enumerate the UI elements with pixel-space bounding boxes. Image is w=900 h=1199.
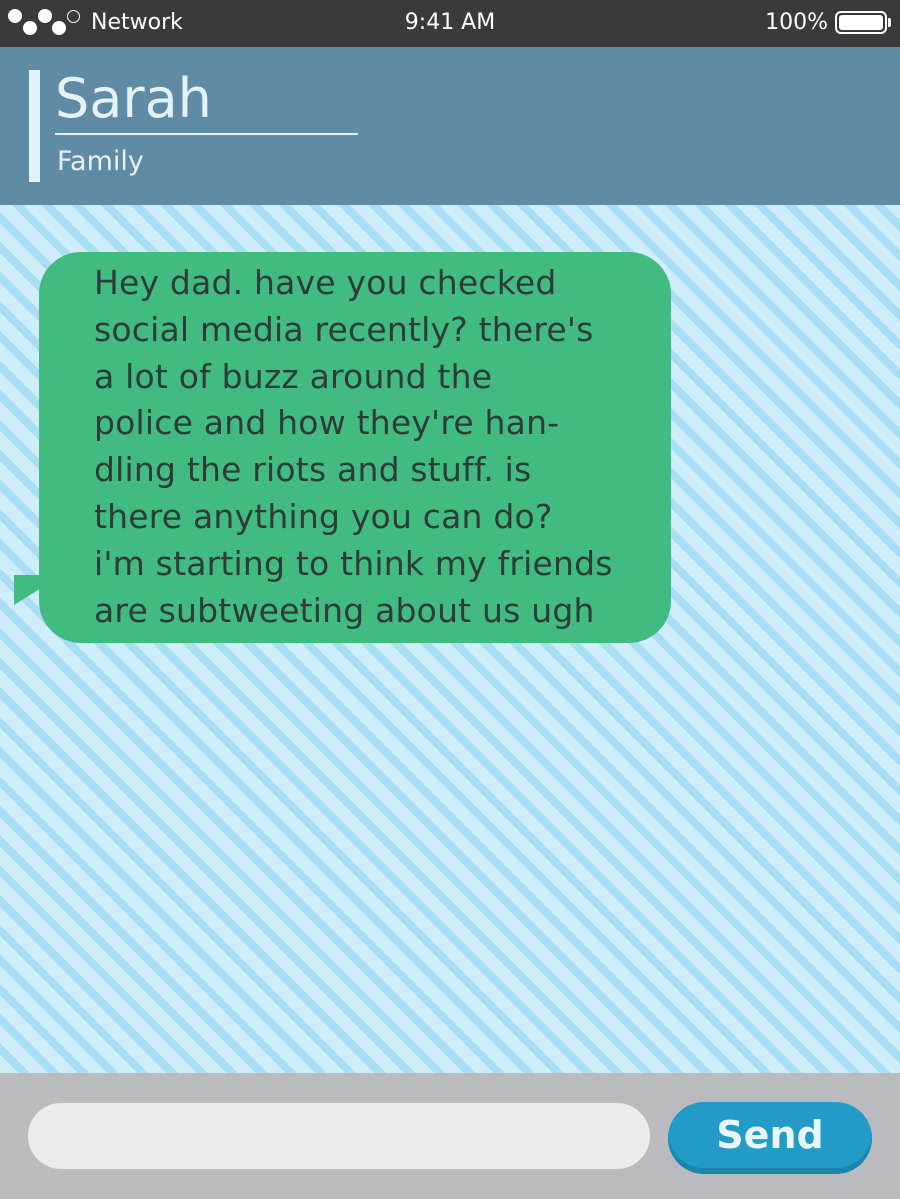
- name-underline: [55, 133, 358, 135]
- contact-name: Sarah: [55, 67, 212, 130]
- message-input[interactable]: [28, 1103, 650, 1169]
- message-bubble: Hey dad. have you checked social media r…: [39, 252, 671, 643]
- contact-group: Family: [57, 146, 144, 177]
- message-text: Hey dad. have you checked social media r…: [94, 263, 613, 630]
- composer-bar: Send: [0, 1073, 900, 1199]
- battery-percent: 100%: [765, 10, 828, 35]
- contact-header: Sarah Family: [0, 47, 900, 205]
- status-bar: Network 9:41 AM 100%: [0, 0, 900, 47]
- send-button[interactable]: Send: [668, 1102, 872, 1174]
- header-accent-bar: [29, 70, 40, 182]
- battery-icon: [835, 11, 891, 34]
- conversation-area[interactable]: Hey dad. have you checked social media r…: [0, 205, 900, 1073]
